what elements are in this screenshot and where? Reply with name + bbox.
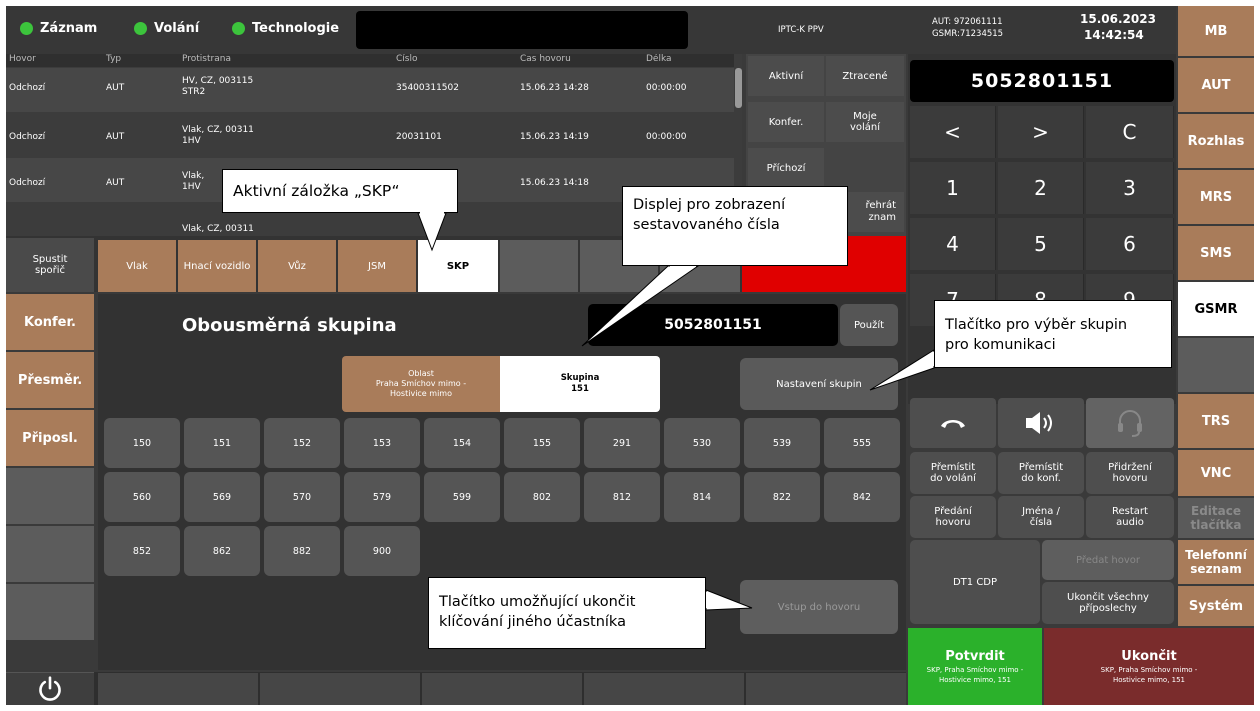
callout-end-keying: Tlačítko umožňující ukončit klíčování ji… xyxy=(428,577,706,649)
callout-groups: Tlačítko pro výběr skupin pro komunikaci xyxy=(934,300,1172,368)
callout-display: Displej pro zobrazení sestavovaného čísl… xyxy=(622,186,848,266)
